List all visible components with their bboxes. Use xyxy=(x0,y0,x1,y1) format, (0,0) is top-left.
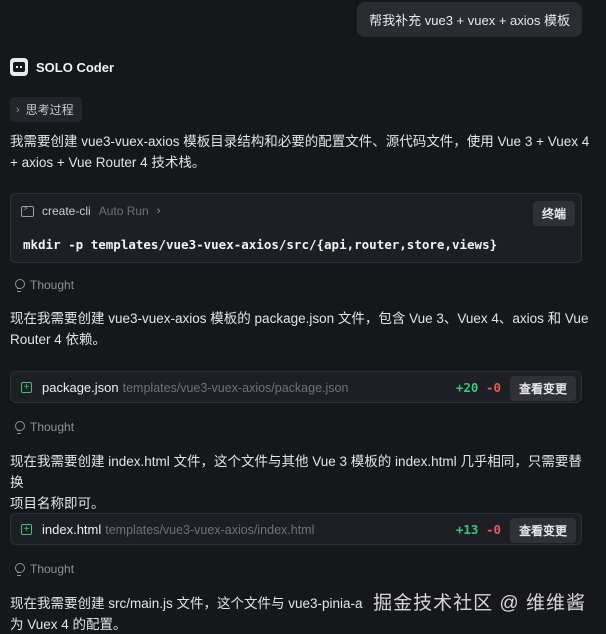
file-name[interactable]: index.html templates/vue3-vuex-axios/inde… xyxy=(42,522,314,537)
agent-header: SOLO Coder xyxy=(10,58,114,76)
chevron-right-icon: › xyxy=(156,205,161,217)
paragraph-line: 项目名称即可。 xyxy=(10,496,105,511)
paragraph-line: 为 Vuex 4 的配置。 xyxy=(10,617,127,632)
lightbulb-icon xyxy=(14,421,25,434)
thought-label: Thought xyxy=(30,420,75,434)
file-path: templates/vue3-vuex-axios/package.json xyxy=(122,381,349,395)
thought-label: Thought xyxy=(30,562,75,576)
terminal-mode: Auto Run xyxy=(98,204,149,218)
user-message-bubble: 帮我补充 vue3 + vuex + axios 模板 xyxy=(357,2,582,37)
paragraph-line: 现在我需要创建 vue3-vuex-axios 模板的 package.json… xyxy=(10,311,589,326)
chevron-right-icon: › xyxy=(16,103,20,116)
lines-removed: -0 xyxy=(485,522,501,537)
assistant-paragraph-3: 现在我需要创建 index.html 文件，这个文件与其他 Vue 3 模板的 … xyxy=(10,451,590,514)
paragraph-line: 现在我需要创建 index.html 文件，这个文件与其他 Vue 3 模板的 … xyxy=(10,454,582,490)
diff-stats: +13 -0 xyxy=(456,522,501,537)
terminal-header[interactable]: create-cli Auto Run › xyxy=(21,204,160,218)
thinking-process-label: 思考过程 xyxy=(25,103,74,117)
thought-toggle[interactable]: Thought xyxy=(14,278,74,292)
lines-removed: -0 xyxy=(485,380,501,395)
watermark: 掘金技术社区 @ 维维酱 xyxy=(373,593,586,614)
agent-logo-icon xyxy=(10,58,28,76)
user-message-text: 帮我补充 vue3 + vuex + axios 模板 xyxy=(369,13,570,28)
lines-added: +13 xyxy=(455,522,479,537)
view-changes-button[interactable]: 查看变更 xyxy=(509,376,576,401)
terminal-icon xyxy=(21,204,34,217)
thought-label: Thought xyxy=(30,278,75,292)
thinking-process-toggle[interactable]: › 思考过程 xyxy=(10,97,82,122)
open-terminal-button[interactable]: 终端 xyxy=(532,201,575,226)
view-changes-button[interactable]: 查看变更 xyxy=(509,518,576,543)
file-change-card: + package.json templates/vue3-vuex-axios/… xyxy=(10,371,582,403)
assistant-paragraph-1: 我需要创建 vue3-vuex-axios 模板目录结构和必要的配置文件、源代码… xyxy=(10,131,590,173)
paragraph-line: 我需要创建 vue3-vuex-axios 模板目录结构和必要的配置文件、源代码… xyxy=(10,134,590,149)
file-name-text: package.json xyxy=(42,380,119,395)
file-name[interactable]: package.json templates/vue3-vuex-axios/pa… xyxy=(42,380,348,395)
file-added-icon: + xyxy=(21,382,32,393)
assistant-paragraph-2: 现在我需要创建 vue3-vuex-axios 模板的 package.json… xyxy=(10,308,590,350)
agent-name: SOLO Coder xyxy=(36,59,115,75)
file-path: templates/vue3-vuex-axios/index.html xyxy=(105,523,315,537)
file-added-icon: + xyxy=(21,524,32,535)
file-name-text: index.html xyxy=(42,522,102,537)
lines-added: +20 xyxy=(455,380,479,395)
terminal-card: create-cli Auto Run › 终端 mkdir -p templa… xyxy=(10,193,582,263)
diff-stats: +20 -0 xyxy=(456,380,501,395)
paragraph-line: Router 4 依赖。 xyxy=(10,332,107,347)
terminal-name: create-cli xyxy=(42,204,91,218)
file-change-card: + index.html templates/vue3-vuex-axios/in… xyxy=(10,513,582,545)
terminal-command: mkdir -p templates/vue3-vuex-axios/src/{… xyxy=(23,237,498,252)
lightbulb-icon xyxy=(14,279,25,292)
thought-toggle[interactable]: Thought xyxy=(14,420,74,434)
thought-toggle[interactable]: Thought xyxy=(14,562,74,576)
lightbulb-icon xyxy=(14,563,25,576)
paragraph-line: + axios + Vue Router 4 技术栈。 xyxy=(10,155,206,170)
